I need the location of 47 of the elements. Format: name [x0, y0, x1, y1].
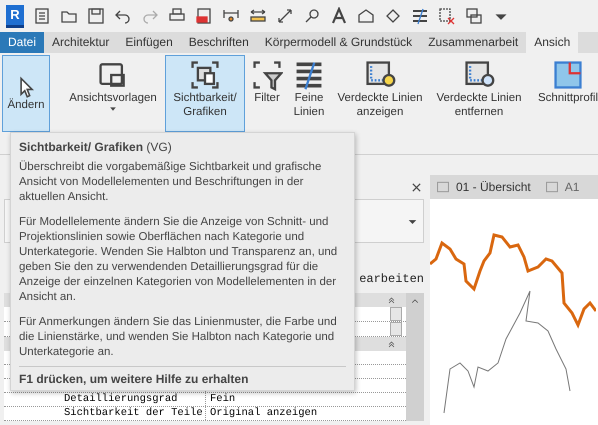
app-logo[interactable]: R: [6, 4, 24, 28]
ribbon-button[interactable]: Sichtbarkeit/ Grafiken: [165, 55, 245, 132]
file-tab[interactable]: Datei: [0, 32, 44, 53]
pdf-icon[interactable]: [195, 7, 213, 25]
tooltip-text: Für Modellelemente ändern Sie die Anzeige von Schnitt- und Projektionslinien sowie Oberflächen nach Kategorie und Unterkategorie. Wenden Sie Halbton und Transparenz an, und geben Sie den zu verwendenden Detaillierungsgrad für die Anzeige der einzelnen Kategorien von Modellelementen in der Ansicht an.: [19, 215, 338, 305]
diagonal-arrow-icon[interactable]: [276, 7, 294, 25]
ribbon-button[interactable]: Verdeckte Linien entfernen: [431, 55, 527, 132]
tooltip-text: Überschreibt die vorgabemäßige Sichtbarkeit und grafische Ansicht von Modellelementen und Beschriftungen in der aktuellen Ansicht.: [19, 160, 322, 205]
collapse-icon: [387, 296, 396, 304]
ribbon-tab[interactable]: Zusammenarbeit: [420, 32, 526, 53]
hatched-square-icon: [552, 59, 584, 91]
ribbon-tab[interactable]: Körpermodell & Grundstück: [256, 32, 420, 53]
sheet-icon: [436, 180, 450, 194]
scrollbar[interactable]: [406, 293, 424, 421]
tooltip-title: Sichtbarkeit/ Grafiken (VG): [19, 140, 173, 155]
tooltip-help-hint: F1 drücken, um weitere Hilfe zu erhalten: [19, 366, 346, 387]
filter-icon: [251, 59, 283, 91]
property-value: Fein: [209, 393, 236, 406]
ribbon-button[interactable]: Verdeckte Linien anzeigen: [332, 55, 428, 132]
lines-icon[interactable]: [411, 7, 429, 25]
view-tab[interactable]: A1: [544, 180, 580, 194]
text-icon[interactable]: [330, 7, 348, 25]
document-icon[interactable]: [33, 7, 51, 25]
ribbon-button[interactable]: Schnittprofil: [530, 55, 598, 132]
ribbon-tab[interactable]: Beschriften: [180, 32, 257, 53]
edit-type-button[interactable]: earbeiten: [359, 272, 424, 286]
ribbon-tab[interactable]: Ansich: [526, 32, 578, 53]
close-window-icon[interactable]: [438, 7, 456, 25]
diamond-icon[interactable]: [384, 7, 402, 25]
ribbon-button[interactable]: Ändern: [2, 55, 50, 132]
sheet-icon: [544, 180, 559, 194]
save-icon[interactable]: [87, 7, 105, 25]
ribbon-tab[interactable]: Architektur: [44, 32, 118, 53]
ribbon-button[interactable]: Ansichtsvorlagen: [64, 55, 162, 132]
ribbon-button[interactable]: Filter: [248, 55, 286, 132]
view-box-icon: [189, 59, 221, 91]
property-name: Detaillierungsgrad: [4, 393, 206, 406]
close-icon[interactable]: [411, 182, 422, 192]
ribbon-button[interactable]: Feine Linien: [289, 55, 329, 132]
property-name: Sichtbarkeit der Teile: [4, 407, 206, 420]
collapse-icon: [387, 340, 396, 348]
house-icon[interactable]: [357, 7, 375, 25]
property-value: Original anzeigen: [209, 407, 318, 420]
tooltip-text: Für Anmerkungen ändern Sie das Linienmuster, die Farbe und die Linienstärke, und wenden Sie Halbton nach Kategorie und Unterkategorie an.: [19, 315, 338, 360]
ribbon-tab[interactable]: Einfügen: [117, 32, 181, 53]
view-tab[interactable]: 01 - Übersicht: [436, 180, 531, 194]
switch-windows-icon[interactable]: [465, 7, 483, 25]
